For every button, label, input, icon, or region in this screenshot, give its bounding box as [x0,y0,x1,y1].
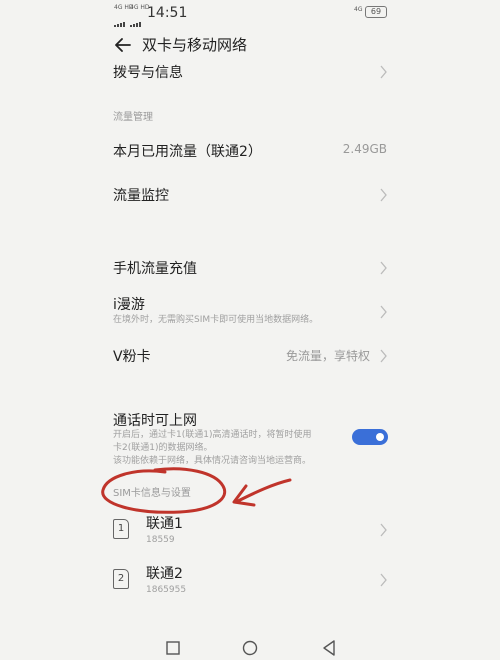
iroaming-row[interactable]: i漫游 在境外时，无需购买SIM卡即可使用当地数据网络。 [100,292,400,332]
battery-icon: 69 [365,6,387,18]
sim1-name: 联通1 [146,516,183,532]
monthly-usage-value: 2.49GB [342,142,387,156]
chevron-right-icon [380,348,388,363]
iroaming-label: i漫游 [113,297,145,313]
monthly-usage-row[interactable]: 本月已用流量（联通2） 2.49GB [100,136,400,162]
iroaming-description: 在境外时，无需购买SIM卡即可使用当地数据网络。 [113,315,319,325]
signal-bars-icon [114,12,144,27]
data-monitor-label: 流量监控 [113,188,169,204]
chevron-right-icon [380,522,388,537]
sim2-number: 1865955 [146,585,187,595]
status-time: 14:51 [147,5,188,21]
back-arrow-icon[interactable] [112,34,134,56]
vfan-card-label: V粉卡 [113,349,151,365]
chevron-right-icon [380,64,388,79]
data-management-section-label: 流量管理 [113,112,153,123]
call-data-label: 通话时可上网 [113,413,197,429]
chevron-right-icon [380,187,388,202]
chevron-right-icon [380,304,388,319]
data-monitor-row[interactable]: 流量监控 [100,180,400,206]
status-bar: 4G HD 4G HD 14:51 4G 69 [0,0,500,27]
sim-card-icon: 2 [113,569,129,589]
call-data-description-2: 卡2(联通1)的数据网络。 [113,443,213,453]
back-icon[interactable] [322,640,336,656]
network-indicator-right: 4G [354,6,363,13]
sim1-row[interactable]: 1 联通1 18559 [100,510,400,550]
sim2-row[interactable]: 2 联通2 1865955 [100,560,400,600]
sim1-number: 18559 [146,535,175,545]
page-title: 双卡与移动网络 [142,36,248,54]
sim2-name: 联通2 [146,566,183,582]
recent-apps-icon[interactable] [166,640,180,655]
dialing-label: 拨号与信息 [113,65,183,81]
navigation-bar [0,628,500,658]
home-icon[interactable] [242,640,258,656]
toggle-knob [376,433,384,441]
dialing-row[interactable]: 拨号与信息 [100,58,400,84]
call-data-description-1: 开启后，通过卡1(联通1)高清通话时，将暂时使用 [113,430,312,440]
data-recharge-label: 手机流量充值 [113,261,197,277]
sim-card-icon: 1 [113,519,129,539]
data-recharge-row[interactable]: 手机流量充值 [100,253,400,279]
chevron-right-icon [380,572,388,587]
chevron-right-icon [380,260,388,275]
vfan-card-row[interactable]: V粉卡 免流量，享特权 [100,341,400,367]
call-data-toggle[interactable] [352,429,388,445]
vfan-card-value: 免流量，享特权 [285,349,370,363]
monthly-usage-label: 本月已用流量（联通2） [113,144,262,160]
annotation-arrow [228,472,298,512]
